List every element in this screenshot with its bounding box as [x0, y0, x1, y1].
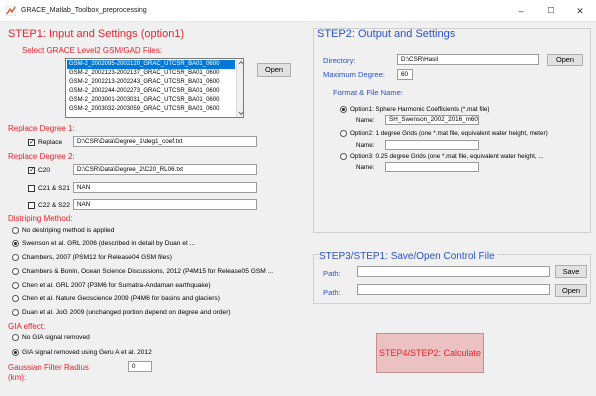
scroll-down-icon[interactable]	[238, 111, 244, 116]
list-item[interactable]: GSM-2_2002123-2002137_GRAC_UTCSR_BA01_06…	[67, 69, 235, 78]
list-item[interactable]: GSM-2_2002213-2002243_GRAC_UTCSR_BA01_06…	[67, 78, 235, 87]
list-item[interactable]: GSM-2_2002095-2002120_GRAC_UTCSR_BA01_06…	[67, 60, 235, 69]
replace-degree1-label: Replace	[38, 139, 63, 146]
list-item[interactable]: GSM-2_2002244-2002273_GRAC_UTCSR_BA01_06…	[67, 87, 235, 96]
destriping-option-label: Swenson et al. GRL 2006 (described in de…	[22, 240, 196, 247]
c22-s22-checkbox[interactable]	[28, 202, 35, 209]
file-listbox[interactable]: GSM-2_2002095-2002120_GRAC_UTCSR_BA01_06…	[65, 58, 244, 118]
output-option2-name-label: Name:	[356, 142, 375, 149]
step3-heading: STEP3/STEP1: Save/Open Control File	[319, 251, 498, 262]
c20-field[interactable]: D:\CSR\Data\Degree_2\C20_RL06.txt	[73, 164, 257, 175]
open-path-label: Path:	[323, 288, 341, 297]
step1-heading: STEP1: Input and Settings (option1)	[8, 28, 185, 40]
gia-radio-0[interactable]	[12, 334, 19, 341]
destriping-radio-5[interactable]	[12, 295, 19, 302]
close-button[interactable]: ✕	[566, 3, 594, 19]
output-option3-label: Option3: 0.25 degree Grids (one *.mat fi…	[350, 153, 544, 160]
maximize-button[interactable]: ☐	[537, 3, 565, 19]
c21-s21-field[interactable]: NAN	[73, 182, 257, 193]
replace-degree1-checkbox[interactable]: ✓	[28, 139, 35, 146]
c20-label: C20	[38, 167, 51, 174]
gia-heading: GIA effect:	[8, 322, 46, 331]
open-control-file-button[interactable]: Open	[555, 284, 587, 297]
gia-option-label: No GIA signal removed	[22, 334, 90, 341]
save-control-file-button[interactable]: Save	[555, 265, 587, 278]
max-degree-label: Maximum Degree:	[323, 70, 386, 79]
replace-degree2-heading: Replace Degree 2:	[8, 152, 75, 161]
minimize-button[interactable]: –	[507, 3, 535, 19]
output-option2-name-field[interactable]	[385, 140, 479, 150]
destriping-option-label: Chen et al. GRL 2007 (P3M6 for Sumatra-A…	[22, 282, 211, 289]
directory-open-button[interactable]: Open	[547, 54, 583, 66]
destriping-option-label: Duan et al. JoG 2009 (unchanged portion …	[22, 309, 231, 316]
destriping-radio-2[interactable]	[12, 254, 19, 261]
destriping-radio-6[interactable]	[12, 309, 19, 316]
destriping-radio-1[interactable]	[12, 240, 19, 247]
output-option2-radio[interactable]	[340, 130, 347, 137]
step2-heading: STEP2: Output and Settings	[317, 28, 456, 40]
destriping-radio-3[interactable]	[12, 268, 19, 275]
c21-s21-checkbox[interactable]	[28, 185, 35, 192]
gaussian-radius-label: Gaussian Filter Radius	[8, 363, 89, 372]
gaussian-radius-unit: (km):	[8, 373, 27, 382]
max-degree-field[interactable]: 60	[397, 69, 413, 80]
scroll-up-icon[interactable]	[238, 60, 244, 65]
destriping-option-label: No destriping method is applied	[22, 227, 115, 234]
c22-s22-label: C22 & S22	[38, 202, 70, 209]
output-option3-radio[interactable]	[340, 153, 347, 160]
output-option3-name-label: Name:	[356, 164, 375, 171]
degree1-path-field[interactable]: D:\CSR\Data\Degree_1\deg1_coef.txt	[73, 136, 257, 147]
gaussian-radius-field[interactable]: 0	[128, 361, 152, 372]
output-option1-label: Option1: Sphere Harmonic Coefficients (*…	[350, 106, 490, 113]
directory-label: Directory:	[323, 56, 356, 65]
open-files-button[interactable]: Open	[257, 63, 291, 77]
window-title: GRACE_Matlab_Toolbox_preprocessing	[21, 7, 147, 14]
list-item[interactable]: GSM-2_2003032-2003059_GRAC_UTCSR_BA01_06…	[67, 105, 235, 114]
save-path-label: Path:	[323, 269, 341, 278]
output-option1-name-label: Name:	[356, 117, 375, 124]
listbox-scrollbar[interactable]	[236, 59, 244, 117]
output-option1-radio[interactable]	[340, 106, 347, 113]
destriping-option-label: Chambers & Bonin, Ocean Science Discussi…	[22, 268, 274, 275]
destriping-radio-0[interactable]	[12, 227, 19, 234]
output-option3-name-field[interactable]	[385, 162, 479, 172]
title-bar: GRACE_Matlab_Toolbox_preprocessing – ☐ ✕	[0, 0, 596, 22]
destriping-option-label: Chambers, 2007 (PSM12 for Release04 GSM …	[22, 254, 172, 261]
output-option1-name-field[interactable]: SH_Swenson_2002_2016_m60	[385, 115, 479, 125]
open-path-field[interactable]	[357, 284, 550, 295]
c20-checkbox[interactable]: ✓	[28, 167, 35, 174]
save-path-field[interactable]	[357, 266, 550, 277]
output-option2-label: Option2: 1 degree Grids (one *.mat file,…	[350, 130, 548, 137]
destriping-heading: Distriping Method:	[8, 214, 73, 223]
destriping-radio-4[interactable]	[12, 282, 19, 289]
calculate-button[interactable]: STEP4/STEP2: Calculate	[376, 333, 484, 373]
list-item[interactable]: GSM-2_2003001-2003031_GRAC_UTCSR_BA01_06…	[67, 96, 235, 105]
replace-degree1-heading: Replace Degree 1:	[8, 124, 75, 133]
c22-s22-field[interactable]: NAN	[73, 199, 257, 210]
c21-s21-label: C21 & S21	[38, 185, 70, 192]
matlab-app-icon	[6, 6, 16, 16]
format-heading: Format & File Name:	[333, 88, 404, 97]
directory-field[interactable]: D:\CSR\Hasil	[397, 54, 539, 65]
gia-option-label: GIA signal removed using Geru A et al. 2…	[22, 349, 152, 356]
select-files-label: Select GRACE Level2 GSM/GAD Files:	[22, 46, 163, 55]
destriping-option-label: Chen et al. Nature Geoscience 2009 (P4M6…	[22, 295, 220, 302]
gia-radio-1[interactable]	[12, 349, 19, 356]
